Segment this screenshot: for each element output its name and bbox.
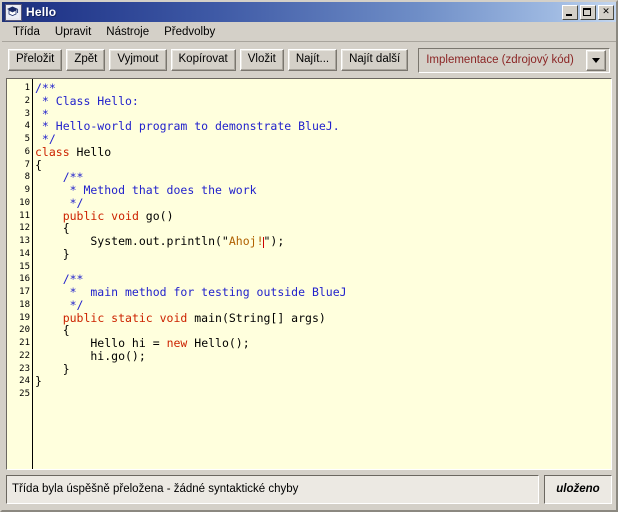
line-number: 24 xyxy=(19,376,30,387)
code-token: Hello(); xyxy=(187,336,250,350)
minimize-button[interactable] xyxy=(562,4,578,20)
source-editor[interactable]: 1 2 3 4 5 6 7 8 9 10 11 12 13 14 15 16 17 18 19 20 21 22 23 24 2… xyxy=(6,78,612,470)
bluej-class-icon xyxy=(5,3,22,21)
line-number: 2 xyxy=(24,95,30,106)
code-line: * Class Hello: xyxy=(35,93,611,108)
paste-button[interactable]: Vložit xyxy=(239,48,284,72)
line-number: 8 xyxy=(24,172,30,183)
menu-bar: Třída Upravit Nástroje Předvolby xyxy=(2,22,616,42)
view-selector[interactable]: Implementace (zdrojový kód) xyxy=(418,47,610,73)
line-number: 20 xyxy=(19,325,30,336)
window-title: Hello xyxy=(26,5,57,19)
code-line: * main method for testing outside BlueJ xyxy=(35,286,611,299)
menu-item-nastroje[interactable]: Nástroje xyxy=(100,24,158,40)
code-token: main(String[] args) xyxy=(187,310,326,325)
line-number: 25 xyxy=(19,389,30,399)
code-token: * Hello-world program to demonstrate Blu… xyxy=(35,119,340,134)
cut-button[interactable]: Vyjmout xyxy=(109,48,167,72)
line-number: 6 xyxy=(24,146,30,157)
menu-item-upravit[interactable]: Upravit xyxy=(49,24,100,40)
line-number: 19 xyxy=(19,312,30,323)
code-token: new xyxy=(166,336,188,350)
editor-window: Hello ✕ Třída Upravit Nástroje Předvolby… xyxy=(0,0,618,512)
line-number: 17 xyxy=(19,287,30,297)
line-number: 14 xyxy=(19,248,30,259)
code-token: Hello xyxy=(69,144,112,159)
view-selector-value: Implementace (zdrojový kód) xyxy=(426,54,574,66)
close-button[interactable]: ✕ xyxy=(598,4,614,20)
code-line: * Method that does the work xyxy=(35,184,611,197)
code-token: go() xyxy=(138,208,174,223)
code-token: } xyxy=(35,246,70,261)
code-token: * Class Hello: xyxy=(35,93,139,108)
line-number: 1 xyxy=(24,83,30,93)
code-line: public static void main(String[] args) xyxy=(35,310,611,325)
line-number: 15 xyxy=(19,261,30,272)
line-number: 5 xyxy=(24,134,30,144)
line-number: 21 xyxy=(19,338,30,348)
line-number: 7 xyxy=(24,159,30,170)
code-token: public void xyxy=(62,208,139,223)
code-line: } xyxy=(35,362,611,376)
title-bar: Hello ✕ xyxy=(2,2,616,22)
code-line: * Hello-world program to demonstrate Blu… xyxy=(35,120,611,133)
line-number: 11 xyxy=(19,210,30,221)
find-next-button[interactable]: Najít další xyxy=(341,48,409,72)
line-number: 23 xyxy=(19,363,30,374)
window-controls: ✕ xyxy=(562,4,614,20)
saved-status-badge: uloženo xyxy=(544,474,612,504)
find-button[interactable]: Najít... xyxy=(287,48,338,72)
code-token: "); xyxy=(263,234,285,248)
line-number: 3 xyxy=(24,108,30,119)
code-line: } xyxy=(35,375,611,388)
code-token: public static void xyxy=(62,310,188,325)
status-bar: Třída byla úspěšně přeložena - žádné syn… xyxy=(2,470,616,510)
code-line: hi.go(); xyxy=(35,349,611,363)
code-line: System.out.println("Ahoj!|"); xyxy=(35,235,611,248)
code-line: { xyxy=(35,158,611,172)
toolbar: Přeložit Zpět Vyjmout Kopírovat Vložit N… xyxy=(2,42,616,78)
maximize-icon xyxy=(583,7,591,16)
line-number: 9 xyxy=(24,185,30,195)
code-token: Ahoj! xyxy=(228,234,264,248)
status-message: Třída byla úspěšně přeložena - žádné syn… xyxy=(6,474,539,504)
menu-item-predvolby[interactable]: Předvolby xyxy=(158,24,224,40)
close-icon: ✕ xyxy=(602,6,610,17)
line-number-gutter: 1 2 3 4 5 6 7 8 9 10 11 12 13 14 15 16 17 18 19 20 21 22 23 24 2… xyxy=(7,79,33,469)
line-number: 13 xyxy=(19,236,30,246)
line-number: 18 xyxy=(19,299,30,310)
code-line: */ xyxy=(35,133,611,146)
maximize-button[interactable] xyxy=(580,4,596,20)
line-number: 22 xyxy=(19,350,30,361)
line-number: 16 xyxy=(19,274,30,285)
minimize-icon xyxy=(566,13,572,16)
line-number: 10 xyxy=(19,197,30,208)
code-line: public void go() xyxy=(35,208,611,223)
undo-button[interactable]: Zpět xyxy=(66,48,106,72)
copy-button[interactable]: Kopírovat xyxy=(170,48,236,72)
line-number: 12 xyxy=(19,223,30,234)
code-line: } xyxy=(35,246,611,261)
chevron-down-icon[interactable] xyxy=(586,49,606,71)
line-number: 4 xyxy=(24,121,30,132)
compile-button[interactable]: Přeložit xyxy=(8,48,63,72)
code-line: class Hello xyxy=(35,144,611,159)
code-area[interactable]: /** * Class Hello: * * Hello-world progr… xyxy=(33,79,611,469)
menu-item-trida[interactable]: Třída xyxy=(7,24,49,40)
